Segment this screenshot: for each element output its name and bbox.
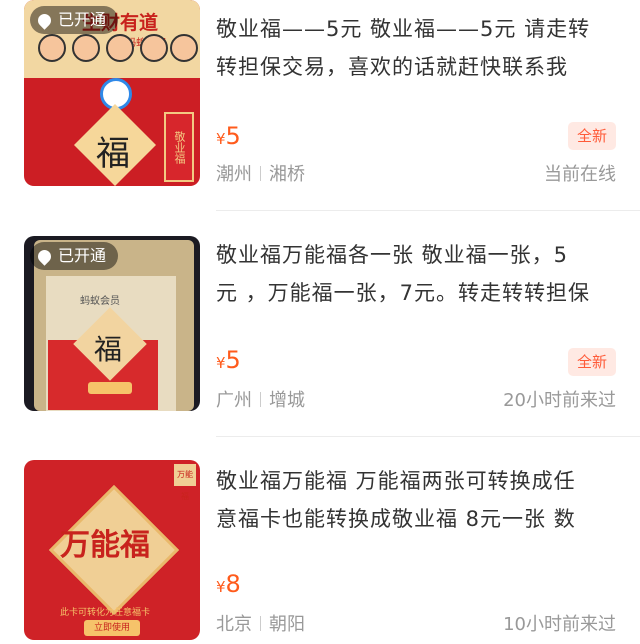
cartoon-face [140, 34, 168, 62]
divider [216, 436, 640, 437]
fu-character: 福 [94, 333, 123, 366]
currency-symbol: ¥ [216, 130, 226, 148]
currency-symbol: ¥ [216, 354, 226, 372]
currency-symbol: ¥ [216, 578, 226, 596]
listing-price: ¥5 [216, 346, 241, 374]
activated-badge-label: 已开通 [58, 10, 107, 29]
cartoon-face [170, 34, 198, 62]
listing-title[interactable]: 敬业福——5元 敬业福——5元 请走转 转担保交易，喜欢的话就赶快联系我 [216, 10, 616, 86]
drop-icon [35, 10, 54, 30]
listing-title-line: 敬业福万能福各一张 敬业福一张，5 [216, 243, 569, 267]
thumbnail-footer-text: 此卡可转化为任意福卡 [60, 608, 151, 618]
listing-title-line: 敬业福——5元 敬业福——5元 请走转 [216, 17, 591, 41]
cartoon-face [106, 34, 134, 62]
activated-badge-label: 已开通 [58, 246, 107, 265]
fu-character: 福 [96, 134, 130, 174]
activated-badge: 已开通 [30, 6, 119, 34]
listing-thumbnail-3[interactable]: 万能福 万能福 此卡可转化为任意福卡 立即使用 [24, 460, 200, 640]
listing-title-line: 转担保交易，喜欢的话就赶快联系我 [216, 55, 568, 79]
thumbnail-corner-label: 万能福 [174, 464, 196, 501]
listing-title-line: 意福卡也能转换成敬业福 8元一张 数 [216, 507, 576, 531]
listing-location: 北京 朝阳 [216, 610, 305, 636]
listing-title[interactable]: 敬业福万能福各一张 敬业福一张，5 元 ，万能福一张，7元。转走转转担保 [216, 236, 616, 312]
cartoon-face [72, 34, 100, 62]
thumbnail-vip-text: 蚂蚁会员 [80, 296, 120, 307]
seller-status: 10小时前来过 [503, 614, 616, 635]
price-value: 8 [225, 570, 241, 598]
listing-title[interactable]: 敬业福万能福 万能福两张可转换成任 意福卡也能转换成敬业福 8元一张 数 [216, 462, 616, 538]
listing-thumbnail-2[interactable]: 蚂蚁会员 福 已开通 [24, 236, 200, 411]
listing-thumbnail-1[interactable]: 生财有道 上蚂蚁财富 福 敬业福 已开通 [24, 0, 200, 186]
listing-price: ¥5 [216, 122, 241, 150]
condition-tag: 全新 [567, 348, 616, 376]
location-separator [260, 166, 261, 181]
location-city: 潮州 [216, 164, 252, 185]
location-district: 朝阳 [269, 614, 305, 635]
listing-title-line: 元 ，万能福一张，7元。转走转转担保 [216, 281, 591, 305]
location-city: 广州 [216, 390, 252, 411]
listing-location: 广州 增城 [216, 386, 305, 412]
location-city: 北京 [216, 614, 252, 635]
listing-price: ¥8 [216, 570, 241, 598]
listing-location: 潮州 湘桥 [216, 160, 305, 186]
location-separator [260, 392, 261, 407]
drop-icon [35, 246, 54, 266]
activated-badge: 已开通 [30, 242, 119, 270]
listing-title-line: 敬业福万能福 万能福两张可转换成任 [216, 469, 576, 493]
thumbnail-use-button: 立即使用 [84, 620, 140, 636]
location-district: 湘桥 [269, 164, 305, 185]
price-value: 5 [225, 122, 241, 150]
wanneng-fu-text: 万能福 [60, 528, 150, 563]
condition-tag: 全新 [567, 122, 616, 150]
cartoon-face [38, 34, 66, 62]
seller-status: 20小时前来过 [503, 390, 616, 411]
seller-status: 当前在线 [544, 164, 616, 185]
thumbnail-button [88, 382, 132, 394]
jingye-fu-card: 敬业福 [164, 112, 194, 182]
divider [216, 210, 640, 211]
location-separator [260, 616, 261, 631]
location-district: 增城 [269, 390, 305, 411]
price-value: 5 [225, 346, 241, 374]
